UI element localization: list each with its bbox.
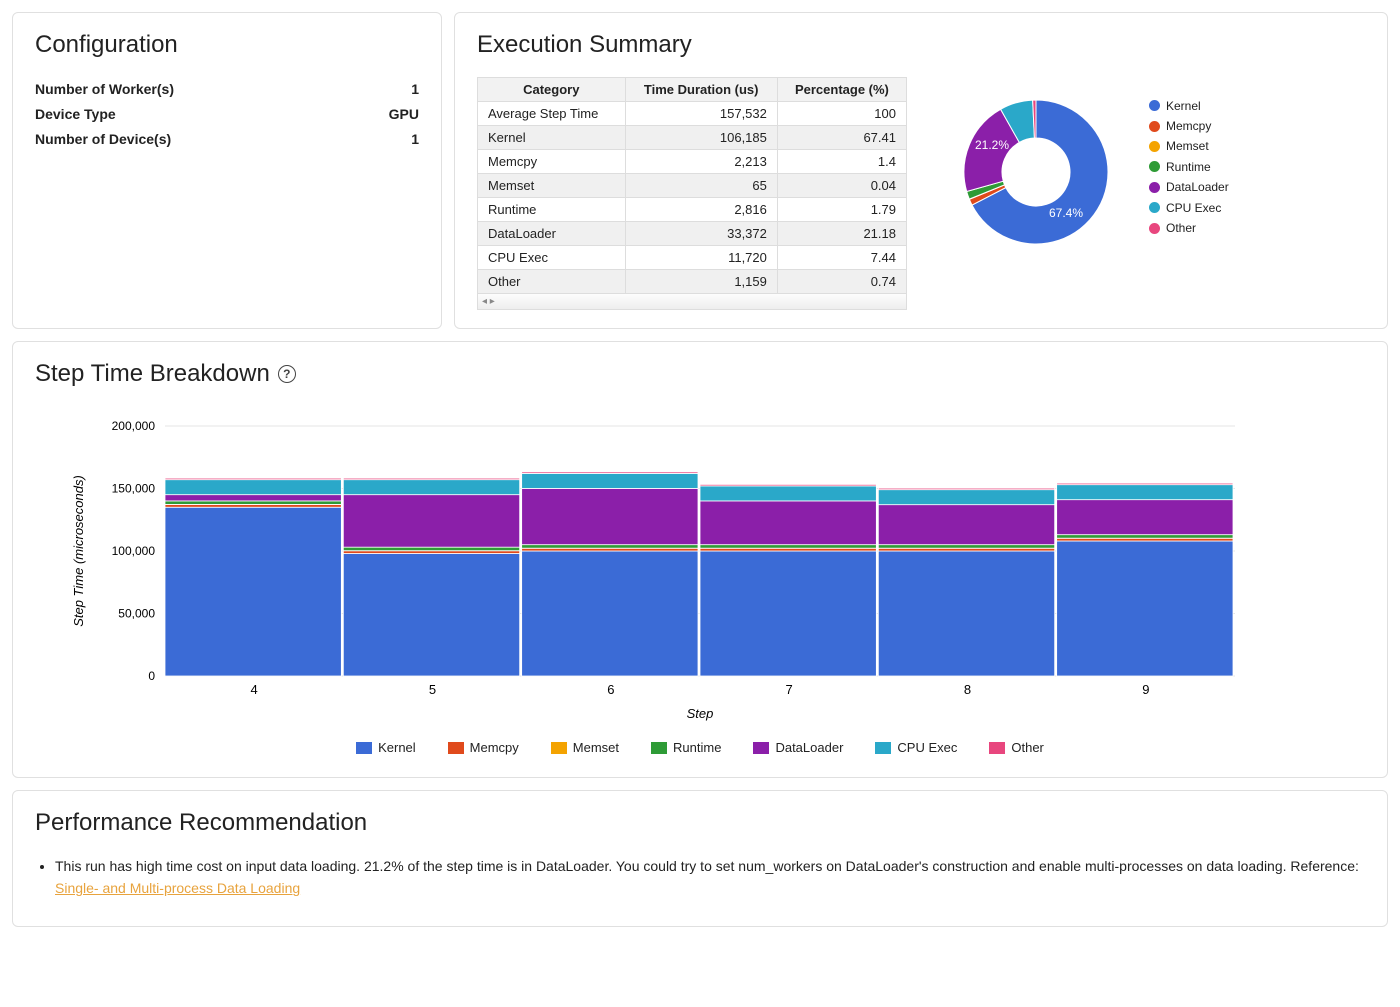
table-row: Average Step Time157,532100 xyxy=(478,102,907,126)
table-row: CPU Exec11,7207.44 xyxy=(478,246,907,270)
svg-text:9: 9 xyxy=(1142,682,1149,697)
recommendation-link[interactable]: Single- and Multi-process Data Loading xyxy=(55,880,300,896)
bar-chart-legend: Kernel Memcpy Memset Runtime DataLoader CPU E… xyxy=(35,737,1365,759)
table-row: Runtime2,8161.79 xyxy=(478,198,907,222)
svg-text:21.2%: 21.2% xyxy=(975,138,1009,152)
performance-recommendation-card: Performance Recommendation This run has … xyxy=(12,790,1388,927)
legend-item[interactable]: Memcpy xyxy=(448,737,519,759)
table-header: Category xyxy=(478,78,626,102)
config-label: Number of Worker(s) xyxy=(35,77,174,102)
svg-text:Step Time (microseconds): Step Time (microseconds) xyxy=(71,475,86,627)
svg-text:5: 5 xyxy=(429,682,436,697)
config-label: Number of Device(s) xyxy=(35,127,171,152)
svg-text:8: 8 xyxy=(964,682,971,697)
svg-text:Step: Step xyxy=(687,706,714,721)
config-row: Number of Worker(s) 1 xyxy=(35,77,419,102)
config-value: 1 xyxy=(411,127,419,152)
config-row: Number of Device(s) 1 xyxy=(35,127,419,152)
legend-item[interactable]: CPU Exec xyxy=(1149,198,1229,218)
donut-legend: KernelMemcpyMemsetRuntimeDataLoaderCPU E… xyxy=(1149,96,1229,239)
legend-item[interactable]: DataLoader xyxy=(753,737,843,759)
config-row: Device Type GPU xyxy=(35,102,419,127)
table-row: Kernel106,18567.41 xyxy=(478,126,907,150)
svg-text:100,000: 100,000 xyxy=(112,544,156,558)
table-header: Time Duration (us) xyxy=(625,78,777,102)
config-value: 1 xyxy=(411,77,419,102)
svg-text:150,000: 150,000 xyxy=(112,482,156,496)
legend-item[interactable]: Other xyxy=(989,737,1044,759)
svg-text:0: 0 xyxy=(148,669,155,683)
table-row: DataLoader33,37221.18 xyxy=(478,222,907,246)
svg-text:7: 7 xyxy=(786,682,793,697)
table-row: Memset650.04 xyxy=(478,174,907,198)
svg-text:200,000: 200,000 xyxy=(112,419,156,433)
legend-item[interactable]: Memcpy xyxy=(1149,116,1229,136)
recommendation-text: This run has high time cost on input dat… xyxy=(55,858,1359,874)
configuration-title: Configuration xyxy=(35,31,419,59)
legend-item[interactable]: Kernel xyxy=(1149,96,1229,116)
svg-text:4: 4 xyxy=(251,682,258,697)
help-icon[interactable]: ? xyxy=(278,365,296,383)
legend-item[interactable]: DataLoader xyxy=(1149,177,1229,197)
legend-item[interactable]: Memset xyxy=(1149,136,1229,156)
execution-summary-table: CategoryTime Duration (us)Percentage (%)… xyxy=(477,77,907,294)
legend-item[interactable]: Other xyxy=(1149,218,1229,238)
table-row: Other1,1590.74 xyxy=(478,270,907,294)
legend-item[interactable]: Runtime xyxy=(1149,157,1229,177)
config-value: GPU xyxy=(389,102,419,127)
svg-text:67.4%: 67.4% xyxy=(1049,206,1083,220)
execution-summary-donut-chart: 67.4% 21.2% xyxy=(931,77,1141,257)
legend-item[interactable]: Kernel xyxy=(356,737,416,759)
legend-item[interactable]: Memset xyxy=(551,737,619,759)
configuration-card: Configuration Number of Worker(s)1Device… xyxy=(12,12,442,329)
step-time-breakdown-chart: 0 50,000 100,000 150,000 200,000 4 5 6 7 8 9 Step St… xyxy=(35,406,1265,726)
execution-summary-card: Execution Summary CategoryTime Duration … xyxy=(454,12,1388,329)
table-row: Memcpy2,2131.4 xyxy=(478,150,907,174)
recommendation-item: This run has high time cost on input dat… xyxy=(55,855,1365,900)
step-time-breakdown-card: Step Time Breakdown ? 0 50,000 100,000 150,… xyxy=(12,341,1388,778)
svg-text:6: 6 xyxy=(607,682,614,697)
step-time-breakdown-title: Step Time Breakdown xyxy=(35,360,270,388)
config-label: Device Type xyxy=(35,102,116,127)
table-pager[interactable]: ◂ ▸ xyxy=(477,294,907,310)
execution-summary-title: Execution Summary xyxy=(477,31,1365,59)
svg-text:50,000: 50,000 xyxy=(118,607,155,621)
legend-item[interactable]: Runtime xyxy=(651,737,721,759)
performance-recommendation-title: Performance Recommendation xyxy=(35,809,1365,837)
legend-item[interactable]: CPU Exec xyxy=(875,737,957,759)
table-header: Percentage (%) xyxy=(777,78,906,102)
